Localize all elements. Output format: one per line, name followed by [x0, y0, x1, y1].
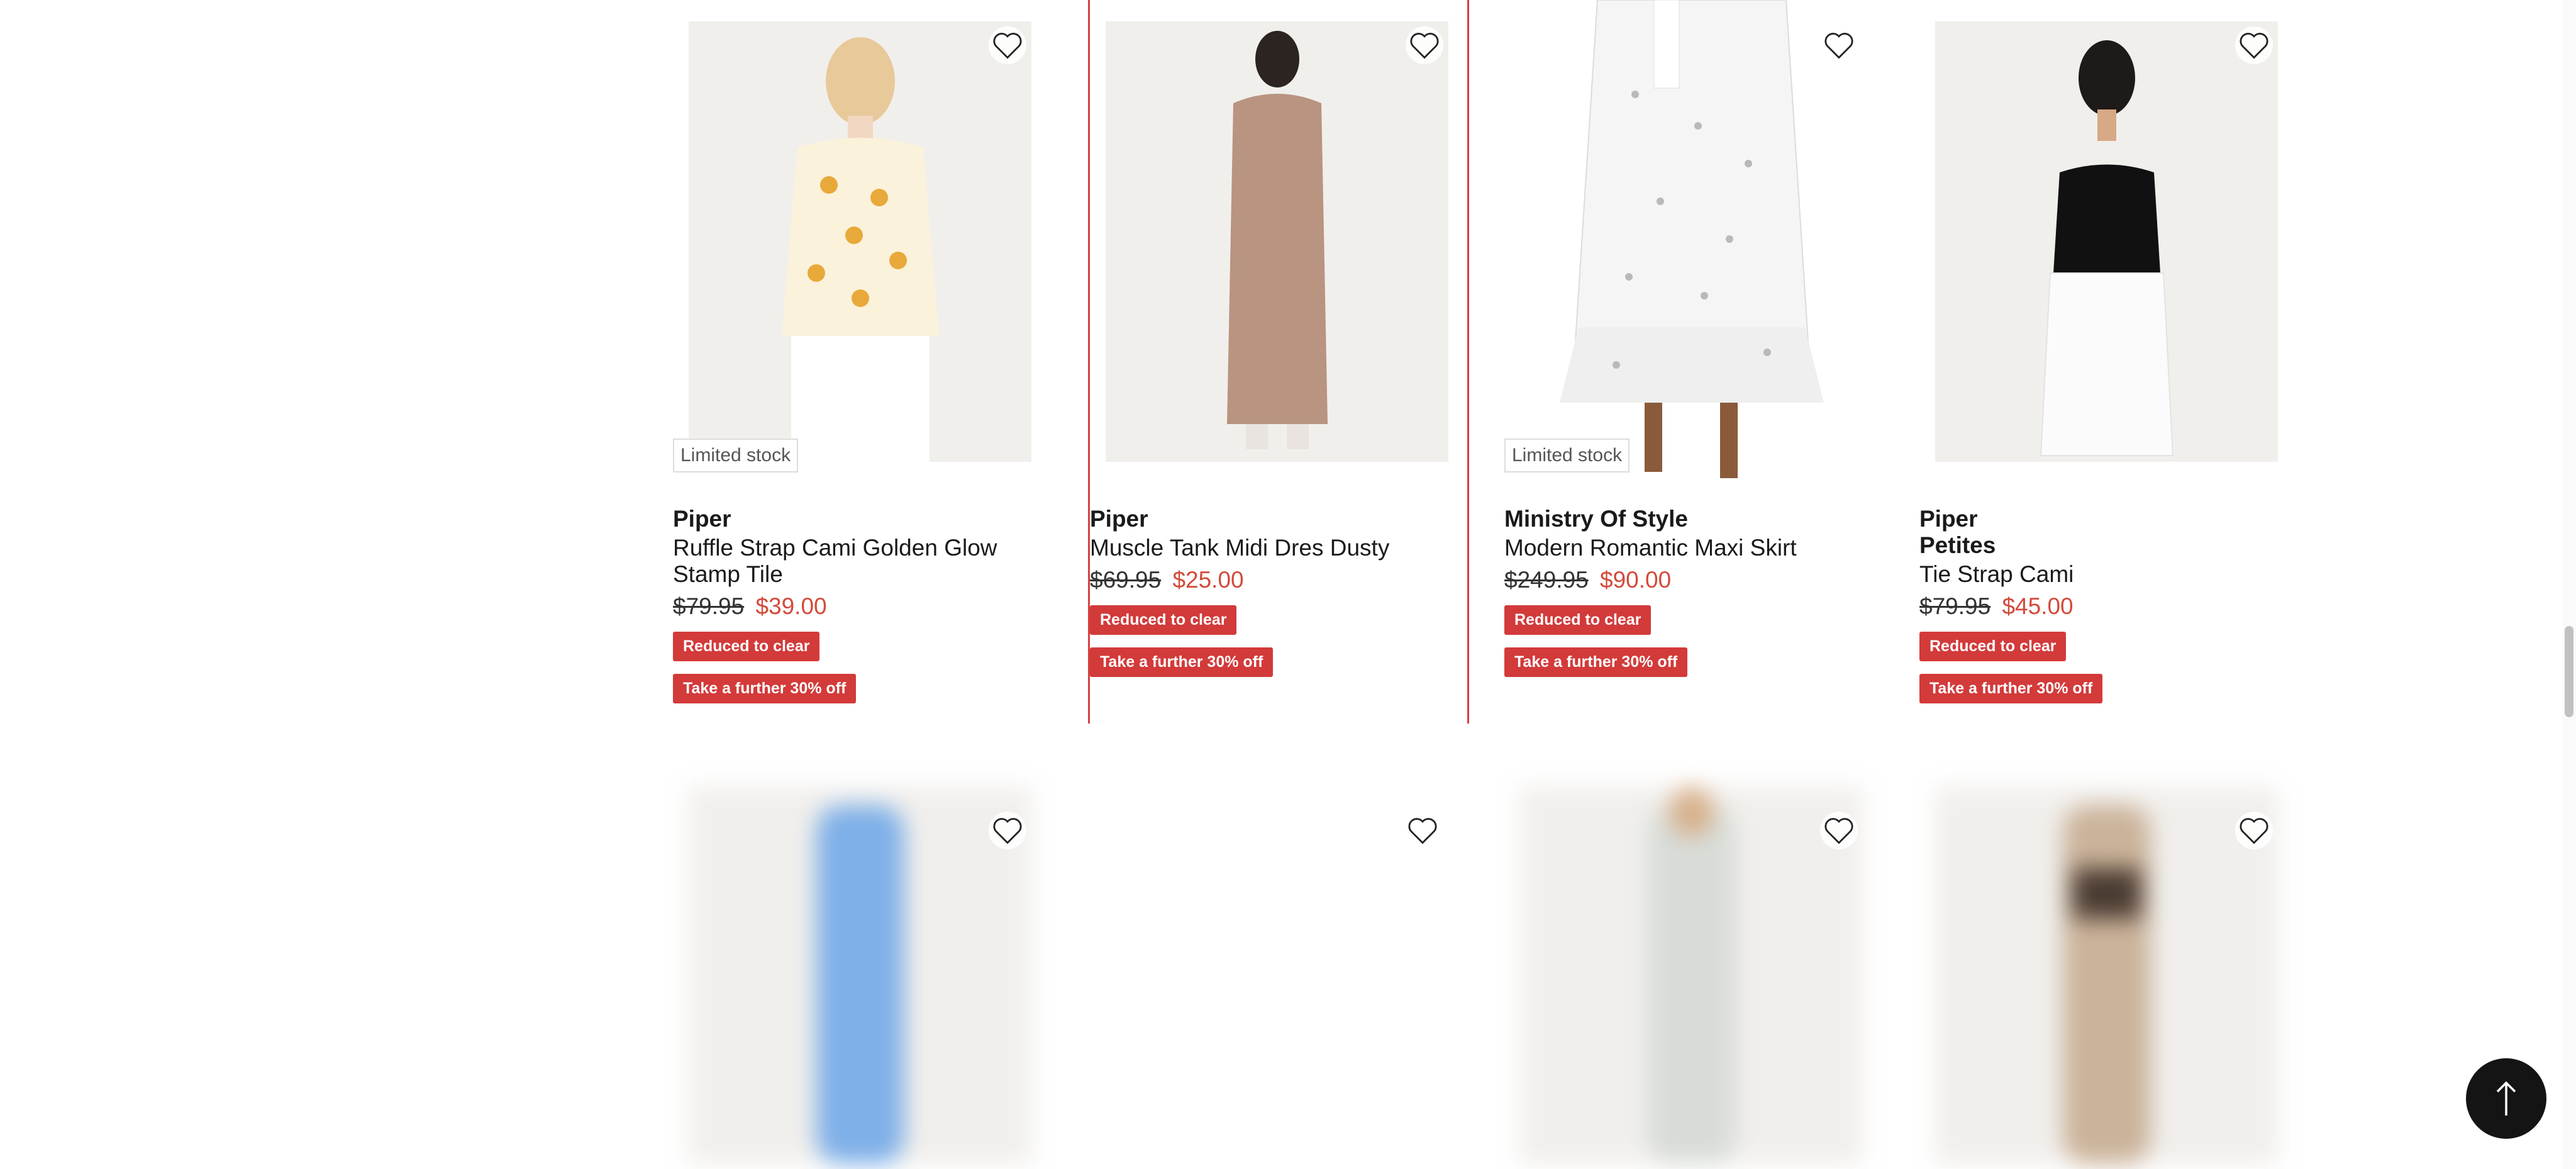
arrow-up-icon	[2496, 1081, 2516, 1116]
product-card-loading[interactable]	[1919, 0, 2297, 1164]
wishlist-heart-icon[interactable]	[1404, 812, 1441, 849]
back-to-top-button[interactable]	[2466, 1058, 2546, 1139]
product-card-loading[interactable]	[673, 0, 1050, 1164]
product-card-loading[interactable]	[1504, 0, 1882, 1164]
wishlist-heart-icon[interactable]	[1820, 812, 1858, 849]
product-card-loading[interactable]	[1088, 0, 1465, 849]
page-scrollbar[interactable]	[2562, 0, 2576, 1169]
wishlist-heart-icon[interactable]	[2235, 812, 2273, 849]
scrollbar-thumb[interactable]	[2565, 626, 2573, 717]
wishlist-heart-icon[interactable]	[989, 812, 1026, 849]
product-image-placeholder	[689, 786, 1031, 1164]
product-image-placeholder	[1935, 786, 2278, 1164]
product-image-placeholder	[1520, 786, 1863, 1164]
